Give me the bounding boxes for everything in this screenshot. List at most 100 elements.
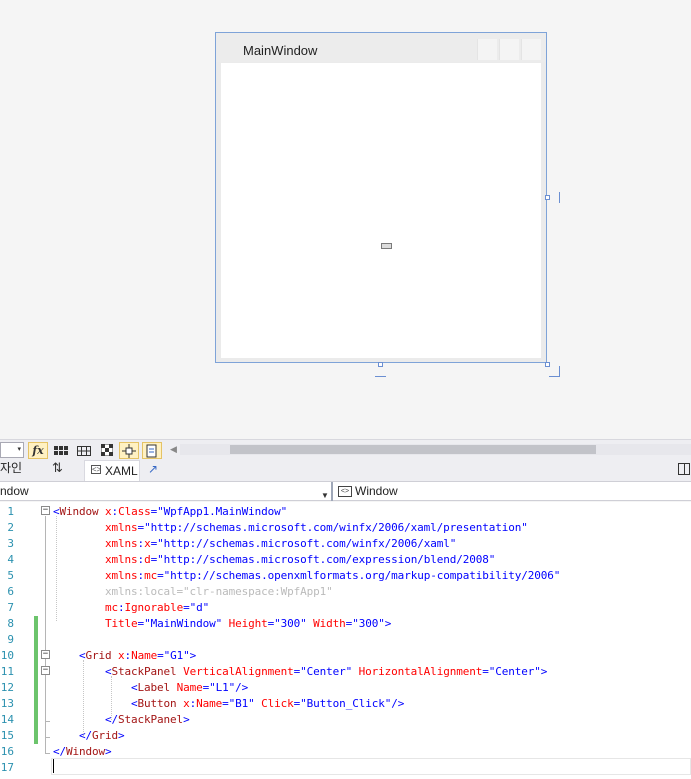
grid-icon (54, 446, 68, 455)
zoom-combo[interactable]: ▾ (0, 442, 24, 458)
resize-handle-corner[interactable] (545, 362, 550, 367)
code-token: "300" (274, 617, 307, 630)
code-line[interactable]: 8 Title="MainWindow" Height="300" Width=… (0, 616, 691, 632)
code-line[interactable]: 17 (0, 760, 691, 776)
corner-adorner-v (559, 366, 560, 377)
design-window-client-area[interactable] (221, 63, 541, 358)
code-line[interactable]: 15 </Grid> (0, 728, 691, 744)
code-token: xmlns (53, 553, 138, 566)
line-number: 13 (0, 697, 14, 710)
code-token: "http://schemas.openxmlformats.org/marku… (163, 569, 561, 582)
line-number: 9 (7, 633, 14, 646)
fold-toggle-window[interactable]: − (41, 506, 50, 515)
tab-xaml[interactable]: <> XAML (84, 460, 140, 481)
code-text: xmlns:d="http://schemas.microsoft.com/ex… (53, 552, 495, 568)
line-number: 14 (0, 713, 14, 726)
code-token: xmlns (53, 569, 138, 582)
code-line[interactable]: 13 <Button x:Name="B1" Click="Button_Cli… (0, 696, 691, 712)
code-line[interactable]: 12 <Label Name="L1"/> (0, 680, 691, 696)
element-icon: <> (338, 486, 352, 497)
xaml-code-editor[interactable]: 1 <Window x:Class="WpfApp1.MainWindow" 2 x… (0, 502, 691, 779)
resize-handle-bottom[interactable] (378, 362, 383, 367)
tab-design[interactable]: 자인 (0, 459, 22, 477)
line-number: 5 (7, 569, 14, 582)
code-token: > (183, 713, 190, 726)
popout-icon[interactable]: ↗ (148, 462, 158, 476)
code-token: VerticalAlignment (176, 665, 294, 678)
scroll-left-icon[interactable]: ◀ (170, 444, 177, 455)
change-indicator (34, 664, 38, 680)
height-adorner[interactable] (375, 376, 386, 377)
line-number: 17 (0, 761, 14, 774)
scrollbar-thumb[interactable] (230, 445, 596, 454)
designer-surface[interactable]: MainWindow (0, 0, 691, 440)
code-line[interactable]: 4 xmlns:d="http://schemas.microsoft.com/… (0, 552, 691, 568)
designer-toolbar: ▾ fx ◀ (0, 439, 691, 459)
code-token: "MainWindow" (144, 617, 223, 630)
code-text: mc:Ignorable="d" (53, 600, 209, 616)
line-number: 4 (7, 553, 14, 566)
line-number: 1 (7, 505, 14, 518)
code-line[interactable]: 3 xmlns:x="http://schemas.microsoft.com/… (0, 536, 691, 552)
code-text: </Grid> (53, 728, 125, 744)
minimize-icon (477, 39, 497, 60)
code-text: <Grid x:Name="G1"> (53, 648, 196, 664)
code-text: xmlns="http://schemas.microsoft.com/winf… (53, 520, 528, 536)
code-line[interactable]: 9 (0, 632, 691, 648)
code-token: mc (144, 569, 158, 582)
code-line[interactable]: 11 <StackPanel VerticalAlignment="Center… (0, 664, 691, 680)
horizontal-scrollbar[interactable] (180, 444, 691, 455)
code-token: HorizontalAlignment (352, 665, 483, 678)
code-token: /> (235, 681, 249, 694)
resize-handle-right[interactable] (545, 195, 550, 200)
code-token: "Center" (300, 665, 353, 678)
text-caret (53, 759, 54, 773)
snap-grid-button[interactable] (74, 442, 94, 459)
artboard-button[interactable] (97, 442, 117, 459)
element-selector-right[interactable]: Window (355, 482, 398, 500)
code-text: xmlns:x="http://schemas.microsoft.com/wi… (53, 536, 456, 552)
design-window-titlebar: MainWindow (216, 33, 546, 62)
code-line[interactable]: 10 <Grid x:Name="G1"> (0, 648, 691, 664)
code-line[interactable]: 6 xmlns:local="clr-namespace:WpfApp1" (0, 584, 691, 600)
code-token: "d" (189, 601, 210, 614)
grid-button[interactable] (51, 442, 71, 459)
width-adorner[interactable] (559, 192, 560, 203)
design-button-b1[interactable] (381, 243, 392, 249)
code-token: Name (196, 697, 223, 710)
change-indicator (34, 648, 38, 664)
code-token: Grid (92, 729, 119, 742)
code-line[interactable]: 14 </StackPanel> (0, 712, 691, 728)
fold-toggle-grid[interactable]: − (41, 650, 50, 659)
code-token: </ (53, 713, 119, 726)
code-token: xmlns (53, 521, 138, 534)
line-number: 2 (7, 521, 14, 534)
project-code-button[interactable] (142, 442, 162, 459)
fold-toggle-stackpanel[interactable]: − (41, 666, 50, 675)
code-token: Ignorable (124, 601, 184, 614)
code-line[interactable]: 16 </Window> (0, 744, 691, 760)
code-token: x (111, 649, 125, 662)
code-token: Title (53, 617, 138, 630)
code-token: Window (59, 505, 99, 518)
fold-end-stackpanel (45, 721, 50, 722)
fx-button[interactable]: fx (28, 442, 48, 459)
navigation-bar: ndow ▼ <> Window (0, 481, 691, 501)
code-text: <Button x:Name="B1" Click="Button_Click"… (53, 696, 404, 712)
code-text: <StackPanel VerticalAlignment="Center" H… (53, 664, 547, 680)
code-line[interactable]: 1 <Window x:Class="WpfApp1.MainWindow" (0, 504, 691, 520)
code-line[interactable]: 2 xmlns="http://schemas.microsoft.com/wi… (0, 520, 691, 536)
split-view-icon[interactable] (678, 463, 690, 475)
code-token: "WpfApp1.MainWindow" (157, 505, 288, 518)
code-line[interactable]: 7 mc:Ignorable="d" (0, 600, 691, 616)
code-token: > (105, 745, 112, 758)
swap-panes-icon[interactable]: ⇅ (52, 460, 63, 476)
element-selector-left[interactable]: ndow ▼ (0, 482, 331, 501)
snap-lines-button[interactable] (119, 442, 139, 459)
code-text: Title="MainWindow" Height="300" Width="3… (53, 616, 391, 632)
code-line[interactable]: 5 xmlns:mc="http://schemas.openxmlformat… (0, 568, 691, 584)
design-window-preview[interactable]: MainWindow (215, 32, 547, 363)
code-token: "http://schemas.microsoft.com/expression… (157, 553, 496, 566)
code-token: Name (131, 649, 158, 662)
code-token: StackPanel (111, 665, 177, 678)
